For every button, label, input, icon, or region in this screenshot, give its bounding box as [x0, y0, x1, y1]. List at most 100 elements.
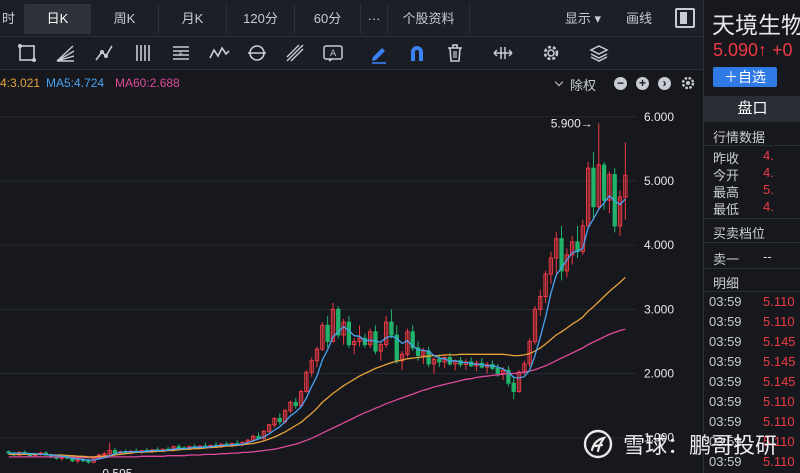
scroll-right-icon[interactable]: › [658, 77, 671, 90]
rectangle-tool-icon[interactable] [16, 42, 38, 64]
cycle-icon[interactable] [246, 42, 268, 64]
trade-time: 03:59 [709, 314, 742, 329]
trade-row: 03:59 5.110 [709, 394, 800, 414]
quote-value: 4. [763, 199, 774, 214]
kline-chart-svg[interactable]: 6.0005.0004.0003.0002.0001.0005.900→←0.5… [0, 94, 703, 473]
tab-daily-k[interactable]: 日K [25, 4, 91, 34]
candle-body [277, 417, 282, 423]
trade-price: 5.145 [763, 334, 796, 349]
trade-price: 5.110 [763, 394, 795, 409]
stock-price: 5.090↑ +0 [713, 40, 793, 60]
trade-time: 03:59 [709, 334, 742, 349]
period-tab-bar: 时 日K 周K 月K 120分 60分 ··· 个股资料 显示 ▾ 画线 [0, 0, 703, 37]
trade-time: 03:59 [709, 374, 742, 389]
trade-time: 03:59 [709, 294, 742, 309]
candle-body [601, 164, 607, 201]
quote-row-open: 今开 4. [713, 165, 800, 183]
drawing-toolbar: F A [0, 37, 703, 70]
wave-icon[interactable] [208, 42, 230, 64]
candle-body [495, 367, 500, 375]
chart-settings-icon[interactable] [680, 75, 696, 91]
quote-value: 5. [763, 182, 774, 197]
horizontal-resize-icon[interactable] [492, 42, 514, 64]
trade-price: 5.145 [763, 374, 796, 389]
y-tick-label: 4.000 [644, 238, 674, 252]
trade-row: 03:59 5.145 [709, 354, 800, 374]
tab-60min[interactable]: 60分 [295, 4, 361, 34]
y-tick-label: 2.000 [644, 367, 674, 381]
candle-body [293, 401, 298, 407]
fan-tool-icon[interactable] [54, 42, 76, 64]
svg-text:F: F [179, 50, 183, 58]
trade-time: 03:59 [709, 394, 742, 409]
tab-stock-profile[interactable]: 个股资料 [388, 4, 470, 34]
quote-value: 4. [763, 148, 774, 163]
candle-body [426, 350, 431, 365]
ma-legend-row: 4:3.021 MA5:4.724 MA60:2.688 除权 − + › [0, 70, 703, 94]
ma5-line [8, 194, 626, 461]
y-tick-label: 5.000 [644, 174, 674, 188]
watermark-text: 雪球：鹏哥投研 [623, 433, 778, 458]
ma-legend-cut: 4:3.021 [0, 76, 41, 90]
tab-monthly-k[interactable]: 月K [159, 4, 227, 34]
kline-chart[interactable]: 6.0005.0004.0003.0002.0001.0005.900→←0.5… [0, 94, 703, 473]
ma60-legend: MA60:2.688 [115, 76, 180, 90]
divider [704, 268, 800, 269]
candle-body [511, 382, 516, 392]
divider [704, 218, 800, 219]
trade-row: 03:59 5.110 [709, 294, 800, 314]
tab-order-book[interactable]: 盘口 [704, 96, 800, 122]
trade-row: 03:59 5.145 [709, 334, 800, 354]
magnet-icon[interactable] [406, 42, 428, 64]
quote-row-low: 最低 4. [713, 199, 800, 217]
candle-body [86, 460, 91, 463]
candle-body [176, 446, 181, 449]
add-watchlist-button[interactable]: ＋自选 [713, 67, 777, 87]
candle-body [389, 321, 394, 336]
tab-120min[interactable]: 120分 [227, 4, 295, 34]
display-dropdown[interactable]: 显示 ▾ [556, 4, 610, 34]
zoom-out-icon[interactable]: − [614, 77, 627, 90]
candle-body [346, 321, 352, 346]
path-tool-icon[interactable] [93, 42, 115, 64]
quote-label: 最低 [713, 202, 740, 217]
low-annotation: ←0.595 [90, 467, 132, 473]
candle-body [591, 167, 596, 208]
sell-1-row: 卖一 -- [713, 249, 800, 267]
watermark: 雪球：鹏哥投研 [583, 428, 777, 462]
trade-row: 03:59 5.110 [709, 314, 800, 334]
ex-rights-dropdown[interactable]: 除权 [570, 75, 596, 94]
fibonacci-icon[interactable]: F [170, 42, 192, 64]
trash-icon[interactable] [444, 42, 466, 64]
settings-icon[interactable] [540, 42, 562, 64]
sell-1-value: -- [763, 249, 772, 264]
market-data-title: 行情数据 [713, 130, 766, 145]
pen-icon[interactable] [368, 42, 390, 64]
quote-panel: 天境生物 5.090↑ +0 ＋自选 盘口 行情数据 昨收 4. 今开 4. 最高 5… [703, 0, 800, 473]
trade-price: 5.110 [763, 314, 795, 329]
trade-time: 03:59 [709, 354, 742, 369]
tab-weekly-k[interactable]: 周K [91, 4, 159, 34]
quote-row-prev-close: 昨收 4. [713, 148, 800, 166]
order-book-title: 买卖档位 [713, 226, 766, 241]
y-tick-label: 6.000 [644, 110, 674, 124]
gann-icon[interactable] [284, 42, 306, 64]
trade-time: 03:59 [709, 414, 742, 429]
zoom-in-icon[interactable]: + [636, 77, 649, 90]
xueqiu-logo-icon [583, 429, 613, 459]
y-tick-label: 3.000 [644, 302, 674, 316]
stock-name: 天境生物 [712, 12, 800, 38]
chart-layout-icon[interactable] [675, 8, 695, 28]
text-annotation-icon[interactable]: A [322, 42, 344, 64]
divider [704, 291, 800, 292]
layers-icon[interactable] [588, 42, 610, 64]
divider [704, 145, 800, 146]
draw-line-button[interactable]: 画线 [614, 4, 664, 34]
high-annotation: 5.900→ [551, 116, 593, 130]
trade-price: 5.110 [763, 414, 795, 429]
more-periods-button[interactable]: ··· [361, 4, 388, 34]
candle-body [437, 358, 442, 363]
tab-intraday[interactable]: 时 [0, 4, 25, 34]
parallel-lines-icon[interactable] [132, 42, 154, 64]
divider [704, 242, 800, 243]
